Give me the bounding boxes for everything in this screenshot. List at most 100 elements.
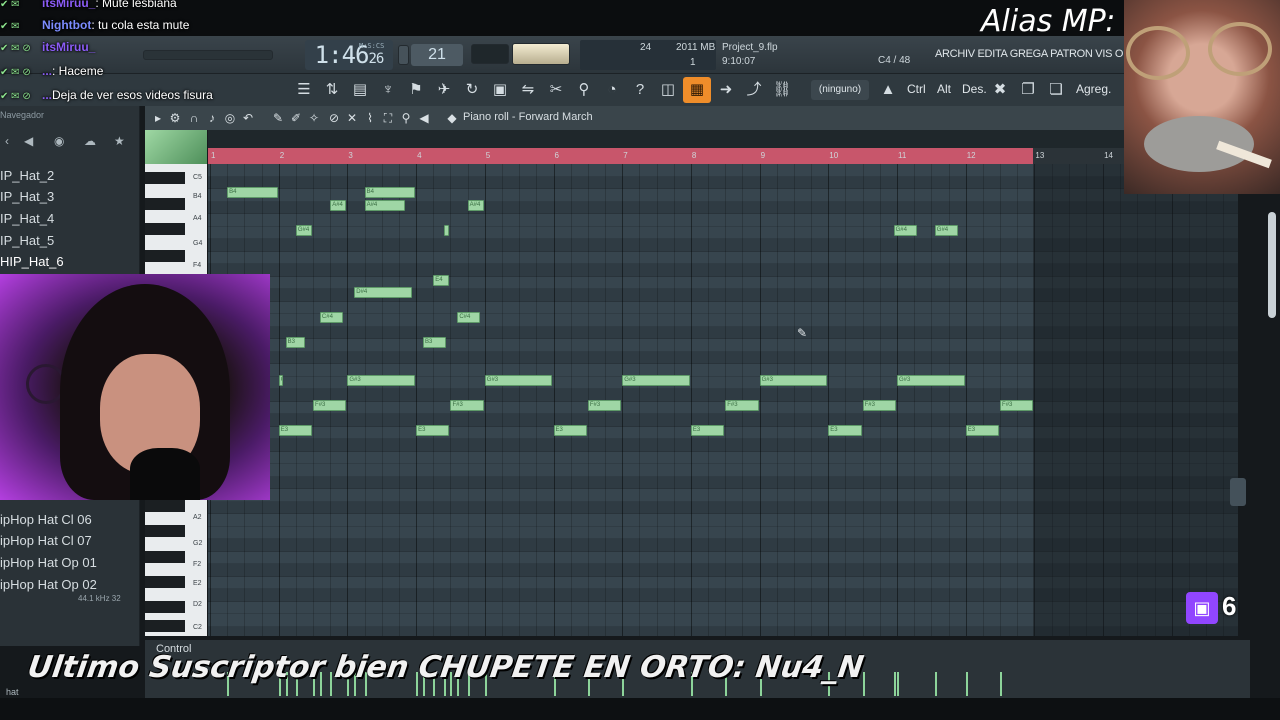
midi-note[interactable]: C#4: [319, 312, 343, 323]
midi-note[interactable]: F#3: [725, 399, 759, 411]
browser-item[interactable]: IP_Hat_4: [0, 211, 54, 226]
chat-icon[interactable]: ◔: [602, 80, 622, 100]
black-key[interactable]: [145, 250, 185, 262]
browser-item[interactable]: IP_Hat_5: [0, 233, 54, 248]
mixer-icon[interactable]: ☰: [294, 80, 314, 100]
midi-note[interactable]: G#4: [893, 224, 917, 236]
midi-note[interactable]: C#4: [457, 312, 481, 323]
midi-note[interactable]: E3: [278, 424, 313, 436]
erase-icon[interactable]: ✧: [306, 110, 322, 126]
link-icon[interactable]: ⛓: [772, 80, 792, 100]
star-icon[interactable]: ★: [114, 134, 125, 148]
midi-note[interactable]: E3: [553, 424, 587, 436]
midi-note[interactable]: F#3: [1000, 399, 1034, 411]
globe-icon[interactable]: ◉: [54, 134, 64, 148]
tempo-tap-icon[interactable]: ⚑: [406, 80, 426, 100]
loop-region[interactable]: [208, 148, 1033, 164]
note-icon[interactable]: ♪: [204, 110, 220, 126]
midi-note[interactable]: E3: [690, 424, 725, 436]
midi-note[interactable]: B4: [227, 187, 278, 198]
paste-icon[interactable]: ❏: [1046, 80, 1066, 100]
snap-icon[interactable]: ∩: [186, 110, 202, 126]
velocity-bar[interactable]: [897, 672, 899, 696]
playback-icon[interactable]: ◀: [416, 110, 432, 126]
black-key[interactable]: [145, 551, 185, 563]
pattern-selector[interactable]: (ninguno): [811, 80, 869, 100]
midi-note[interactable]: G#3: [278, 374, 283, 386]
midi-note[interactable]: F#3: [450, 399, 484, 411]
piano-roll-corner[interactable]: [145, 130, 207, 164]
midi-note[interactable]: F#3: [862, 399, 896, 411]
slice-icon[interactable]: ⌇: [362, 110, 378, 126]
waveform-icon[interactable]: [471, 44, 509, 64]
magnet-icon[interactable]: ⚙: [167, 110, 183, 126]
midi-note[interactable]: B3: [422, 337, 446, 348]
midi-note[interactable]: [443, 224, 450, 236]
speaker-icon[interactable]: ◀: [24, 134, 33, 148]
render-icon[interactable]: ⇋: [518, 80, 538, 100]
browser-item-selected[interactable]: HIP_Hat_6: [0, 254, 64, 269]
browser-item[interactable]: ipHop Hat Cl 07: [0, 533, 92, 548]
view-icon[interactable]: ◫: [658, 80, 678, 100]
browser-item[interactable]: ipHop Hat Cl 06: [0, 512, 92, 527]
midi-note[interactable]: E3: [828, 424, 862, 436]
tempo-display[interactable]: 21: [411, 44, 463, 66]
midi-note[interactable]: E3: [416, 424, 450, 436]
midi-note[interactable]: E3: [965, 424, 1000, 436]
black-key[interactable]: [145, 576, 185, 588]
browser-item[interactable]: ipHop Hat Op 01: [0, 555, 97, 570]
back-icon[interactable]: ‹: [5, 134, 9, 148]
help-icon[interactable]: ?: [630, 80, 650, 100]
midi-note[interactable]: B4: [364, 187, 416, 198]
black-key[interactable]: [145, 620, 185, 632]
piano-roll-toggle-icon[interactable]: ▦: [683, 77, 711, 103]
black-key[interactable]: [145, 500, 185, 512]
midi-note[interactable]: A#4: [330, 199, 347, 211]
channel-rack-icon[interactable]: ⇅: [322, 80, 342, 100]
velocity-bar[interactable]: [893, 672, 896, 696]
browser-item[interactable]: IP_Hat_3: [0, 189, 54, 204]
alt-button[interactable]: Alt: [937, 82, 951, 96]
midi-note[interactable]: F#3: [313, 399, 347, 411]
midi-note[interactable]: G#3: [897, 374, 965, 386]
add-button[interactable]: Agreg.: [1076, 82, 1111, 96]
cut-icon[interactable]: ✂: [546, 80, 566, 100]
velocity-bar[interactable]: [965, 672, 968, 696]
midi-note[interactable]: G#3: [347, 374, 416, 386]
midi-note[interactable]: G#3: [622, 374, 690, 386]
black-key[interactable]: [145, 601, 185, 613]
undo-button[interactable]: Des.: [962, 82, 987, 96]
undo-icon[interactable]: ↶: [240, 110, 256, 126]
pencil-icon[interactable]: ✎: [270, 110, 286, 126]
curve-icon[interactable]: ⤴: [744, 80, 764, 100]
browser-icon[interactable]: ✈: [434, 80, 454, 100]
midi-note[interactable]: G#3: [759, 374, 828, 386]
midi-note[interactable]: G#4: [934, 224, 958, 236]
piano-roll-overview[interactable]: [208, 130, 1250, 148]
select-icon[interactable]: ⛶: [380, 110, 396, 126]
plugin-icon[interactable]: ♆: [378, 80, 398, 100]
pin-icon[interactable]: ▲: [878, 80, 898, 100]
black-key[interactable]: [145, 198, 185, 210]
arrow-right-icon[interactable]: ➜: [716, 80, 736, 100]
delete-icon[interactable]: ✖: [990, 80, 1010, 100]
delete-tool-icon[interactable]: ⊘: [326, 110, 342, 126]
speaker-toggle-icon[interactable]: ◆: [444, 110, 460, 126]
mic-icon[interactable]: ⚲: [574, 80, 594, 100]
browser-item[interactable]: ipHop Hat Op 02: [0, 577, 97, 592]
ctrl-button[interactable]: Ctrl: [907, 82, 926, 96]
midi-note[interactable]: A#4: [364, 199, 405, 211]
midi-note[interactable]: B3: [285, 337, 306, 348]
black-key[interactable]: [145, 172, 185, 184]
save-icon[interactable]: ▣: [490, 80, 510, 100]
menu-arrow-icon[interactable]: ▸: [150, 110, 166, 126]
copy-icon[interactable]: ❐: [1018, 80, 1038, 100]
song-time-display[interactable]: 1:4626 M:S:CS: [305, 40, 393, 70]
cloud-icon[interactable]: ☁: [84, 134, 96, 148]
master-pitch-bar[interactable]: [512, 43, 570, 65]
brush-icon[interactable]: ✐: [288, 110, 304, 126]
midi-note[interactable]: G#4: [295, 224, 313, 236]
midi-note[interactable]: F#3: [587, 399, 622, 411]
playlist-icon[interactable]: ▤: [350, 80, 370, 100]
browser-item[interactable]: IP_Hat_2: [0, 168, 54, 183]
